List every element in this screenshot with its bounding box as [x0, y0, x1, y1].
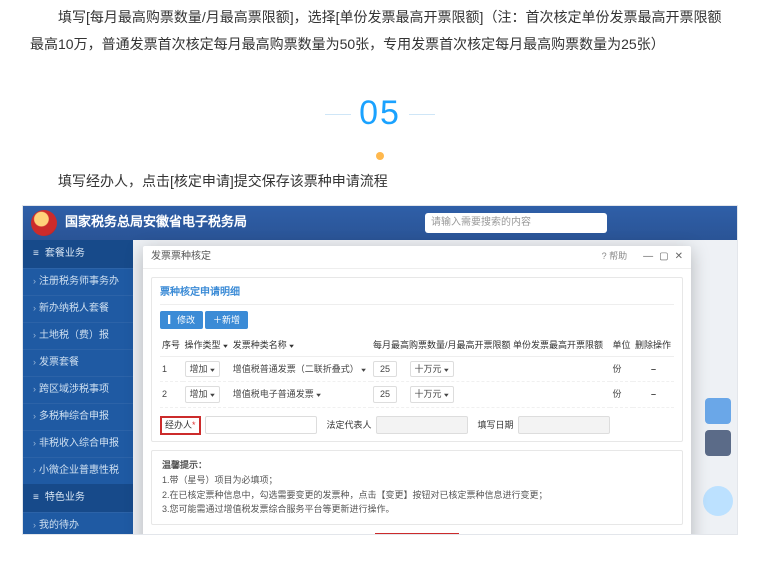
delete-row-button[interactable]: – [651, 389, 656, 399]
sidebar-item[interactable]: 发票套餐 [23, 349, 133, 376]
tips-panel: 温馨提示： 1.带（星号）项目为必填项； 2.在已核定票种信息中，勾选需要变更的… [151, 450, 683, 525]
op-select[interactable]: 增加 ▾ [185, 361, 220, 378]
chevron-down-icon: ▾ [223, 342, 228, 351]
required-star-icon: * [192, 419, 196, 432]
handler-input[interactable] [205, 416, 317, 434]
search-input[interactable]: 请输入需要搜索的内容 [425, 213, 607, 233]
intro-paragraph: 填写[每月最高购票数量/月最高票限额]，选择[单份发票最高开票限额]（注：首次核… [30, 4, 730, 57]
menu-icon: ≡ [33, 247, 39, 261]
tax-bureau-logo-icon [31, 210, 57, 236]
col-unit: 单位 [610, 335, 633, 356]
table-row: 2 增加 ▾ 增值税电子普通发票 ▾ 25 十万元 ▾ 份 – [160, 382, 674, 408]
maximize-icon[interactable]: ▢ [659, 250, 668, 264]
app-topbar: 国家税务总局安徽省电子税务局 请输入需要搜索的内容 [23, 206, 737, 240]
chevron-down-icon: ▾ [210, 365, 215, 374]
col-del: 删除操作 [633, 335, 674, 356]
sidebar-item[interactable]: 注册税务师事务办 [23, 268, 133, 295]
handler-highlight: 经办人 * [160, 416, 201, 435]
limit-select[interactable]: 十万元 ▾ [410, 361, 454, 378]
chevron-down-icon: ▾ [361, 365, 366, 374]
invoice-type-table: 序号 操作类型 ▾ 发票种类名称 ▾ 每月最高购票数量/月最高开票限额 单份发票… [160, 335, 674, 408]
app-screenshot: 国家税务总局安徽省电子税务局 请输入需要搜索的内容 ≡ 套餐业务 注册税务师事务… [22, 205, 738, 535]
sidebar-item[interactable]: 非税收入综合申报 [23, 430, 133, 457]
col-idx: 序号 [160, 335, 183, 356]
step-number: 05 [359, 81, 401, 146]
chevron-down-icon: ▾ [289, 342, 294, 351]
float-action-button[interactable] [705, 430, 731, 456]
step-text: 填写经办人，点击[核定申请]提交保存该票种申请流程 [0, 160, 760, 205]
sidebar-group-feature[interactable]: ≡ 特色业务 [23, 484, 133, 512]
sidebar-item[interactable]: 小微企业普惠性税 [23, 457, 133, 484]
left-sidebar: ≡ 套餐业务 注册税务师事务办 新办纳税人套餐 土地税（费）报 发票套餐 跨区域… [23, 240, 133, 534]
modal-breadcrumb: 发票票种核定 [151, 250, 211, 264]
sidebar-item[interactable]: 土地税（费）报 [23, 322, 133, 349]
search-placeholder: 请输入需要搜索的内容 [431, 216, 531, 230]
submit-highlight: 核定申请 [375, 533, 459, 535]
float-action-button[interactable] [705, 398, 731, 424]
tip-line: 1.带（星号）项目为必填项； [162, 474, 672, 487]
op-select[interactable]: 增加 ▾ [185, 386, 220, 403]
minimize-icon[interactable]: — [643, 250, 653, 264]
col-name: 发票种类名称 ▾ [231, 335, 371, 356]
qty-input[interactable]: 25 [373, 361, 397, 378]
table-row: 1 增加 ▾ 增值税普通发票（二联折叠式） ▾ 25 十万元 ▾ 份 – [160, 356, 674, 382]
date-input [518, 416, 610, 434]
assistant-avatar-icon[interactable] [703, 486, 733, 516]
tip-line: 2.在已核定票种信息中，勾选需要变更的发票种，点击【变更】按钮对已核定票种信息进… [162, 489, 672, 502]
legal-rep-label: 法定代表人 [327, 419, 372, 432]
help-link[interactable]: ? 帮助 [602, 250, 628, 264]
close-icon[interactable]: ✕ [675, 250, 683, 264]
invoice-type-modal: 发票票种核定 ? 帮助 — ▢ ✕ 票种核定申请明细 ▎修改 ＋新增 [143, 246, 691, 535]
add-button[interactable]: ＋新增 [205, 311, 248, 330]
tip-line: 3.您可能需通过增值税发票综合服务平台等更新进行操作。 [162, 503, 672, 516]
modify-button[interactable]: ▎修改 [160, 311, 203, 330]
panel-title: 票种核定申请明细 [160, 286, 674, 305]
invoice-name: 增值税电子普通发票 [233, 389, 314, 399]
limit-select[interactable]: 十万元 ▾ [410, 386, 454, 403]
col-op: 操作类型 ▾ [183, 335, 231, 356]
date-label: 填写日期 [478, 419, 514, 432]
sidebar-group-label: 套餐业务 [45, 247, 85, 261]
sidebar-item[interactable]: 我的待办 [23, 512, 133, 535]
menu-icon: ≡ [33, 491, 39, 505]
sidebar-group-suite[interactable]: ≡ 套餐业务 [23, 240, 133, 268]
delete-row-button[interactable]: – [651, 364, 656, 374]
sidebar-item[interactable]: 多税种综合申报 [23, 403, 133, 430]
tips-title: 温馨提示： [162, 459, 672, 472]
invoice-name: 增值税普通发票（二联折叠式） [233, 364, 359, 374]
sidebar-item[interactable]: 新办纳税人套餐 [23, 295, 133, 322]
sidebar-group-label: 特色业务 [45, 491, 85, 505]
step-dot [376, 152, 384, 160]
legal-rep-input [376, 416, 468, 434]
qty-input[interactable]: 25 [373, 386, 397, 403]
app-title: 国家税务总局安徽省电子税务局 [65, 213, 247, 231]
handler-label: 经办人 [165, 419, 192, 432]
step-marker: 05 [0, 81, 760, 160]
sidebar-item[interactable]: 跨区域涉税事项 [23, 376, 133, 403]
col-limit: 每月最高购票数量/月最高开票限额 单份发票最高开票限额 [371, 335, 611, 356]
